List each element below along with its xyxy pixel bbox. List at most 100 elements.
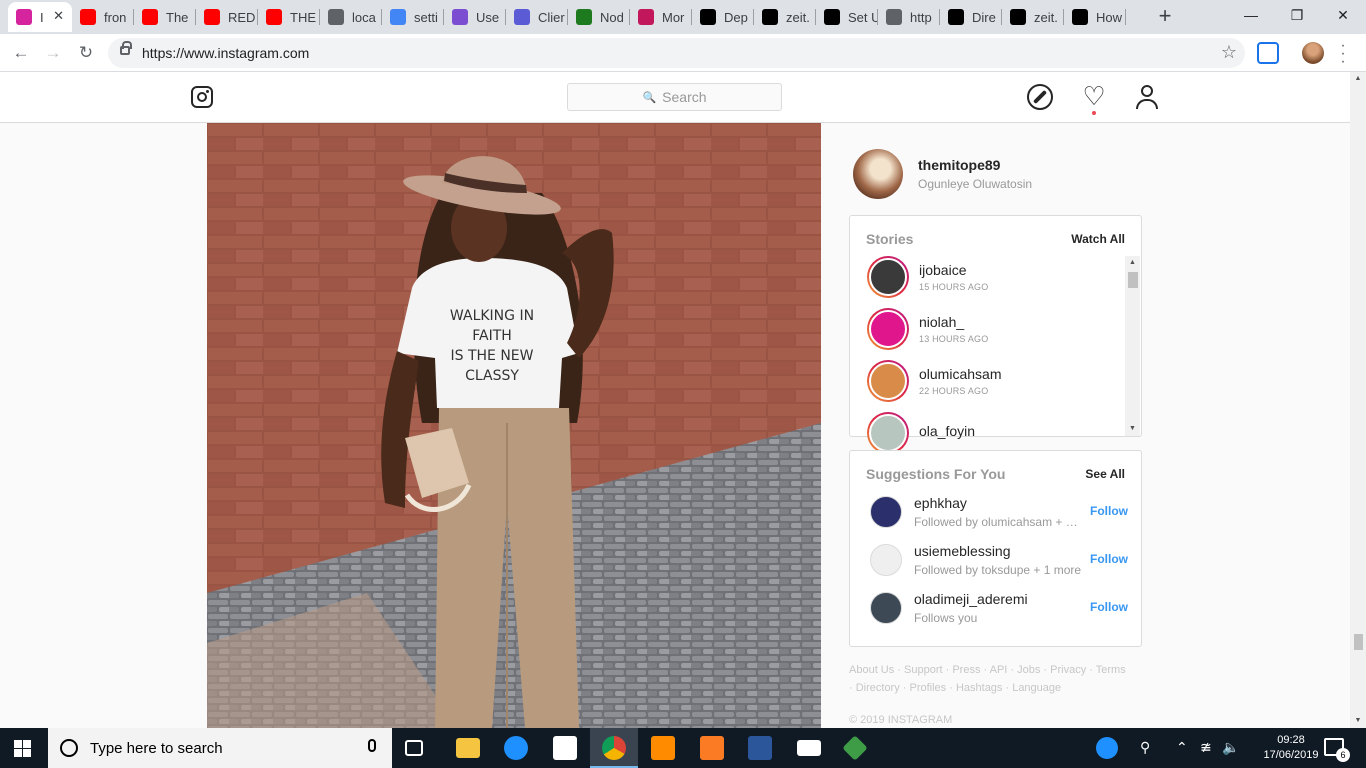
extension-icon[interactable]: [1257, 42, 1279, 64]
chrome-icon[interactable]: [602, 736, 626, 760]
system-clock[interactable]: 09:28 17/06/2019: [1262, 733, 1320, 763]
browser-tab[interactable]: Use: [444, 2, 506, 32]
page-scrollbar-thumb[interactable]: [1354, 634, 1363, 650]
browser-tab[interactable]: Clier: [506, 2, 568, 32]
forward-button[interactable]: →: [40, 40, 66, 66]
post-image[interactable]: WALKING IN FAITH IS THE NEW CLASSY: [207, 123, 821, 728]
story-username[interactable]: ola_foyin: [919, 423, 975, 439]
tab-label: Mor: [662, 9, 685, 25]
bookmark-star-icon[interactable]: ☆: [1221, 42, 1237, 63]
store-icon[interactable]: [553, 736, 577, 760]
profile-username[interactable]: themitope89: [918, 157, 1032, 173]
close-window-button[interactable]: ✕: [1320, 0, 1366, 30]
story-username[interactable]: ijobaice: [919, 262, 988, 278]
stories-scrollbar[interactable]: ▲ ▼: [1125, 256, 1140, 436]
suggestion-username[interactable]: usiemeblessing: [914, 543, 1084, 559]
scrollbar-thumb[interactable]: [1128, 272, 1138, 288]
action-center-icon[interactable]: 6: [1324, 738, 1350, 762]
current-user-profile[interactable]: themitope89 Ogunleye Oluwatosin: [853, 149, 1032, 199]
help-icon[interactable]: [1096, 737, 1118, 759]
story-item[interactable]: niolah_ 13 HOURS AGO: [867, 308, 988, 350]
browser-tab[interactable]: The: [134, 2, 196, 32]
follow-button[interactable]: Follow: [1090, 552, 1128, 566]
follow-button[interactable]: Follow: [1090, 504, 1128, 518]
people-icon[interactable]: ⚲: [1140, 739, 1150, 756]
task-view-icon[interactable]: [405, 740, 423, 756]
instagram-logo-icon[interactable]: [191, 86, 213, 108]
address-bar[interactable]: https://www.instagram.com ☆: [108, 38, 1245, 68]
browser-tab[interactable]: fron: [72, 2, 134, 32]
story-username[interactable]: olumicahsam: [919, 366, 1001, 382]
browser-tab[interactable]: zeit.: [754, 2, 816, 32]
browser-tab[interactable]: Nod: [568, 2, 630, 32]
user-avatar[interactable]: [853, 149, 903, 199]
tab-favicon-icon: [266, 9, 282, 25]
volume-muted-icon[interactable]: 🔈: [1222, 739, 1239, 756]
reload-button[interactable]: ↻: [73, 40, 99, 66]
taskbar-search-box[interactable]: Type here to search: [48, 728, 392, 768]
follow-button[interactable]: Follow: [1090, 600, 1128, 614]
browser-tab[interactable]: How: [1064, 2, 1126, 32]
windows-start-icon[interactable]: [14, 740, 31, 757]
story-item[interactable]: ijobaice 15 HOURS AGO: [867, 256, 988, 298]
back-button[interactable]: ←: [8, 40, 34, 66]
xampp-icon[interactable]: [700, 736, 724, 760]
browser-tab[interactable]: zeit.: [1002, 2, 1064, 32]
microphone-icon[interactable]: [368, 739, 376, 752]
search-input[interactable]: 🔍 Search: [567, 83, 782, 111]
browser-tab[interactable]: RED: [196, 2, 258, 32]
story-item[interactable]: olumicahsam 22 HOURS AGO: [867, 360, 1001, 402]
browser-tab[interactable]: THE: [258, 2, 320, 32]
suggestion-avatar[interactable]: [870, 544, 902, 576]
scroll-up-arrow-icon[interactable]: ▲: [1125, 256, 1140, 270]
suggestion-username[interactable]: oladimeji_aderemi: [914, 591, 1084, 607]
suggestion-avatar[interactable]: [870, 592, 902, 624]
story-item[interactable]: ola_foyin: [867, 412, 975, 454]
new-tab-button[interactable]: +: [1152, 4, 1178, 30]
see-all-link[interactable]: See All: [1085, 467, 1125, 481]
story-avatar[interactable]: [869, 258, 907, 296]
browser-tab[interactable]: Dire: [940, 2, 1002, 32]
story-username[interactable]: niolah_: [919, 314, 988, 330]
browser-tab[interactable]: loca: [320, 2, 382, 32]
story-avatar[interactable]: [869, 362, 907, 400]
word-icon[interactable]: [748, 736, 772, 760]
sublime-text-icon[interactable]: [651, 736, 675, 760]
explore-compass-icon[interactable]: [1027, 84, 1053, 110]
restore-button[interactable]: ❐: [1274, 0, 1320, 30]
shirt-text-line: WALKING IN: [450, 308, 534, 324]
story-avatar[interactable]: [869, 414, 907, 452]
tab-favicon-icon: [204, 9, 220, 25]
chevron-up-icon[interactable]: ⌃: [1176, 739, 1188, 756]
footer-links[interactable]: About Us · Support · Press · API · Jobs …: [849, 661, 1129, 697]
browser-tab[interactable]: http: [878, 2, 940, 32]
scroll-up-arrow-icon[interactable]: ▲: [1350, 72, 1366, 86]
activity-heart-icon[interactable]: ♡: [1081, 83, 1107, 110]
scroll-down-arrow-icon[interactable]: ▼: [1350, 714, 1366, 728]
file-explorer-icon[interactable]: [456, 738, 480, 758]
profile-avatar[interactable]: [1302, 42, 1324, 64]
right-sidebar: themitope89 Ogunleye Oluwatosin Stories …: [849, 123, 1142, 728]
page-scrollbar[interactable]: ▲ ▼: [1350, 72, 1366, 728]
watch-all-link[interactable]: Watch All: [1071, 232, 1125, 246]
story-avatar[interactable]: [869, 310, 907, 348]
browser-tab[interactable]: setti: [382, 2, 444, 32]
browser-tab[interactable]: I ✕: [8, 2, 72, 32]
tab-label: zeit.: [786, 9, 810, 25]
suggestion-username[interactable]: ephkhay: [914, 495, 1084, 511]
profile-icon[interactable]: [1135, 84, 1161, 110]
mail-icon[interactable]: [797, 740, 821, 756]
suggestion-avatar[interactable]: [870, 496, 902, 528]
git-icon[interactable]: [842, 735, 868, 761]
browser-tab[interactable]: Mor: [630, 2, 692, 32]
menu-icon[interactable]: · · ·: [1338, 38, 1348, 70]
browser-tab[interactable]: Dep: [692, 2, 754, 32]
minimize-button[interactable]: —: [1228, 0, 1274, 30]
scroll-down-arrow-icon[interactable]: ▼: [1125, 422, 1140, 436]
edge-browser-icon[interactable]: [504, 736, 528, 760]
wifi-icon[interactable]: ≇: [1200, 739, 1212, 756]
story-ring: [867, 360, 909, 402]
story-time: 22 HOURS AGO: [919, 386, 989, 396]
browser-tab[interactable]: Set U: [816, 2, 878, 32]
close-tab-icon[interactable]: ✕: [53, 8, 64, 24]
